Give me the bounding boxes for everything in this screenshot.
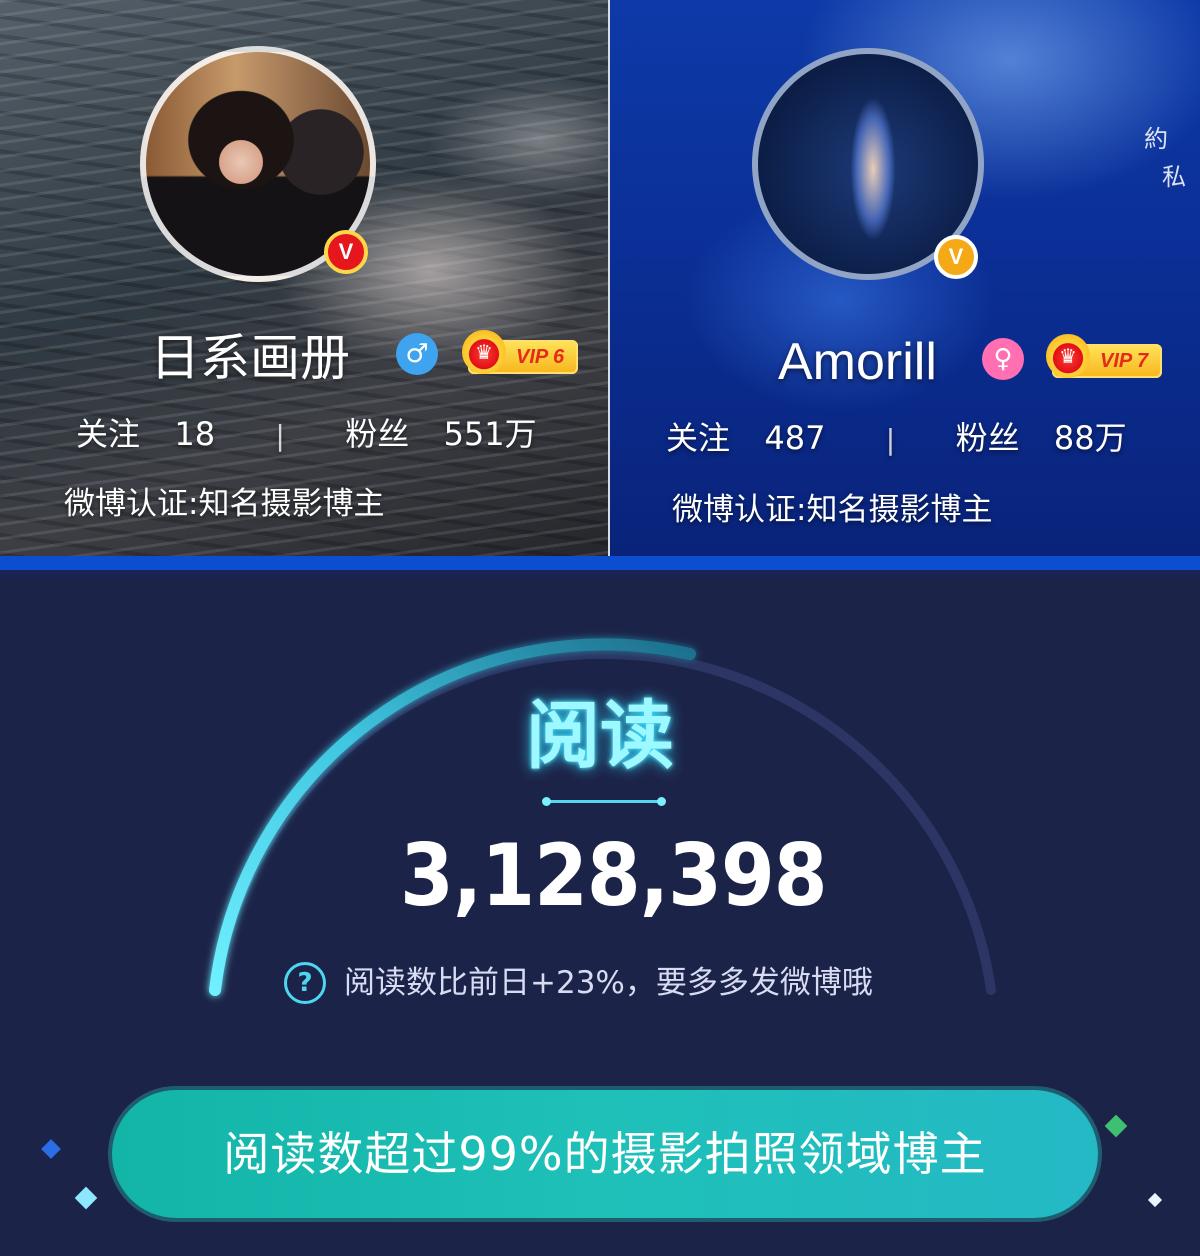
profile-stats: 关注 487 | 粉丝 88万 bbox=[666, 418, 1127, 460]
female-icon: ♀ bbox=[982, 338, 1024, 380]
diamond-decoration-icon bbox=[1147, 1192, 1163, 1208]
reads-rank-banner[interactable]: 阅读数超过99%的摄影拍照领域博主 bbox=[112, 1090, 1098, 1218]
panel-top-band bbox=[0, 556, 1200, 578]
reads-count: 3,128,398 bbox=[400, 826, 828, 926]
diamond-decoration-icon bbox=[41, 1139, 61, 1159]
diamond-decoration-icon bbox=[1104, 1114, 1128, 1138]
banner-text: 阅读数超过99%的摄影拍照领域博主 bbox=[223, 1127, 987, 1181]
male-icon: ♂ bbox=[396, 333, 438, 375]
verified-badge-icon: V bbox=[324, 230, 368, 274]
follow-label[interactable]: 关注 bbox=[76, 414, 140, 454]
reads-hint: 阅读数比前日+23%，要多多发微博哦 bbox=[344, 965, 873, 1001]
crown-icon: ♛ bbox=[1046, 334, 1090, 378]
crown-icon: ♛ bbox=[462, 330, 506, 374]
help-icon[interactable]: ? bbox=[284, 962, 326, 1004]
profile-nickname[interactable]: Amorill bbox=[778, 332, 937, 392]
side-text: 約 bbox=[1144, 125, 1168, 153]
vip-level: VIP 6 bbox=[516, 346, 565, 368]
fans-count[interactable]: 551万 bbox=[444, 414, 537, 454]
fans-label[interactable]: 粉丝 bbox=[345, 414, 409, 454]
verification-text: 微博认证:知名摄影博主 bbox=[64, 486, 385, 522]
diamond-decoration-icon bbox=[74, 1186, 98, 1210]
verification-text: 微博认证:知名摄影博主 bbox=[672, 492, 993, 528]
profile-stats: 关注 18 | 粉丝 551万 bbox=[76, 414, 537, 456]
vip-level: VIP 7 bbox=[1100, 350, 1149, 372]
vip-badge[interactable]: ♛ VIP 6 bbox=[462, 330, 578, 374]
title-underline bbox=[542, 797, 666, 806]
fans-count[interactable]: 88万 bbox=[1054, 418, 1127, 458]
follow-count[interactable]: 487 bbox=[764, 418, 825, 458]
profile-nickname[interactable]: 日系画册 bbox=[150, 328, 350, 388]
verified-badge-icon: V bbox=[934, 235, 978, 279]
follow-count[interactable]: 18 bbox=[174, 414, 215, 454]
vip-badge[interactable]: ♛ VIP 7 bbox=[1046, 334, 1162, 378]
fans-label[interactable]: 粉丝 bbox=[956, 418, 1020, 458]
follow-label[interactable]: 关注 bbox=[666, 418, 730, 458]
reads-title: 阅读 bbox=[526, 693, 674, 779]
side-text: 私 bbox=[1162, 163, 1186, 191]
profile-card-left: V 日系画册 ♂ ♛ VIP 6 关注 18 | 粉丝 551万 微博认证:知名… bbox=[0, 0, 608, 556]
stats-separator: | bbox=[885, 423, 896, 456]
stats-separator: | bbox=[275, 419, 285, 452]
